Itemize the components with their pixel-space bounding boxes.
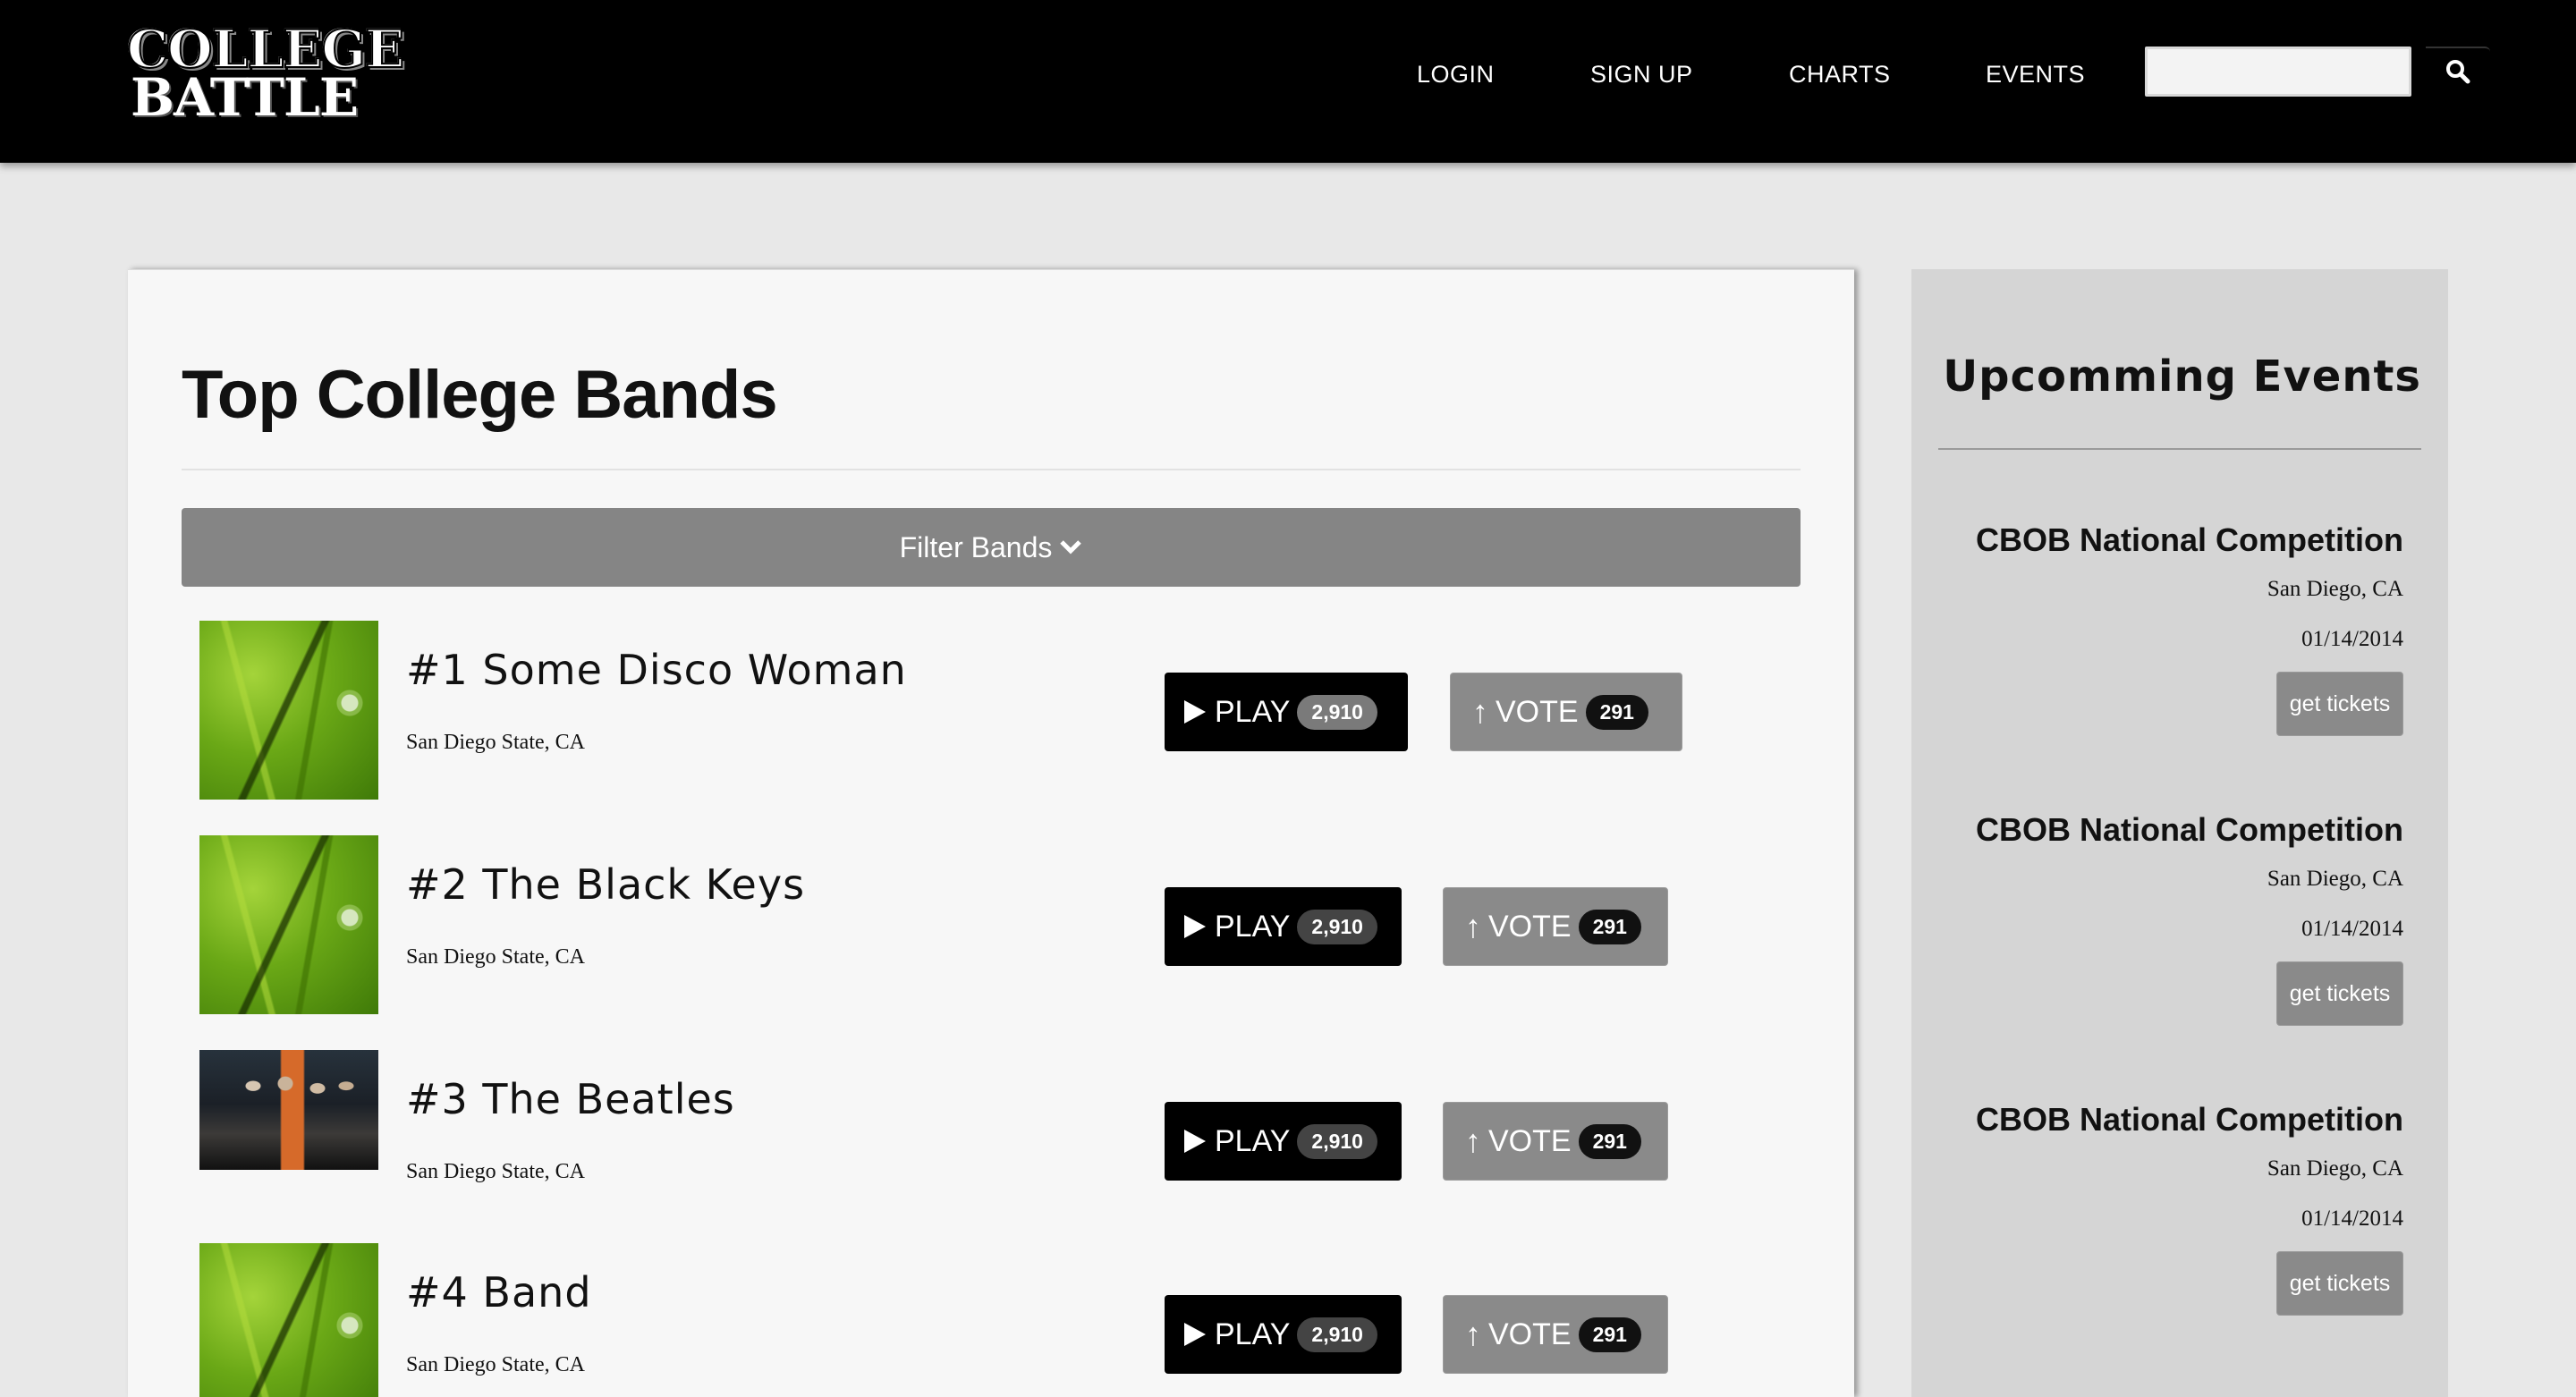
page-title: Top College Bands — [182, 357, 778, 433]
band-thumbnail[interactable] — [199, 835, 378, 1014]
vote-button[interactable]: ↑ VOTE 291 — [1443, 1295, 1668, 1374]
filter-bands-label: Filter Bands — [899, 530, 1053, 563]
vote-count-badge: 291 — [1578, 909, 1641, 944]
vote-label: VOTE — [1488, 1123, 1572, 1158]
play-icon — [1184, 700, 1206, 724]
top-navbar: COLLEGE BATTLE LOGIN SIGN UP CHARTS EVEN… — [0, 0, 2576, 163]
band-row: #3 The Beatles San Diego State, CA PLAY … — [128, 1050, 1854, 1238]
play-button[interactable]: PLAY 2,910 — [1165, 887, 1402, 966]
event-item: CBOB National Competition San Diego, CA … — [1911, 811, 2448, 1080]
events-sidebar: Upcomming Events CBOB National Competiti… — [1911, 269, 2448, 1397]
get-tickets-button[interactable]: get tickets — [2276, 1251, 2403, 1316]
chevron-down-icon — [1060, 540, 1082, 555]
band-thumbnail[interactable] — [199, 1243, 378, 1397]
search-input[interactable] — [2145, 47, 2411, 97]
band-thumbnail[interactable] — [199, 621, 378, 800]
play-button[interactable]: PLAY 2,910 — [1165, 1295, 1402, 1374]
logo-line-2: BATTLE — [130, 67, 359, 128]
band-name[interactable]: #4 Band — [406, 1268, 592, 1317]
arrow-up-icon: ↑ — [1472, 693, 1488, 730]
band-name[interactable]: #3 The Beatles — [406, 1075, 735, 1123]
band-thumbnail[interactable] — [199, 1050, 378, 1170]
event-name: CBOB National Competition — [1976, 1101, 2403, 1138]
nav-login-link[interactable]: LOGIN — [1417, 61, 1495, 89]
arrow-up-icon: ↑ — [1465, 1122, 1481, 1159]
play-label: PLAY — [1215, 1123, 1291, 1158]
play-count-badge: 2,910 — [1297, 694, 1377, 730]
play-icon — [1184, 1130, 1206, 1153]
vote-count-badge: 291 — [1585, 694, 1648, 730]
get-tickets-button[interactable]: get tickets — [2276, 961, 2403, 1026]
play-count-badge: 2,910 — [1297, 909, 1377, 944]
band-location: San Diego State, CA — [406, 1160, 585, 1183]
nav-charts-link[interactable]: CHARTS — [1789, 61, 1891, 89]
event-date: 01/14/2014 — [2301, 1206, 2403, 1231]
play-label: PLAY — [1215, 1317, 1291, 1351]
title-divider — [182, 469, 1801, 470]
college-battle-logo[interactable]: COLLEGE BATTLE — [126, 22, 405, 128]
vote-label: VOTE — [1496, 694, 1579, 729]
band-name[interactable]: #1 Some Disco Woman — [406, 646, 907, 694]
play-label: PLAY — [1215, 909, 1291, 944]
vote-count-badge: 291 — [1578, 1123, 1641, 1159]
events-divider — [1938, 448, 2421, 450]
play-label: PLAY — [1215, 694, 1291, 729]
play-count-badge: 2,910 — [1297, 1123, 1377, 1159]
play-count-badge: 2,910 — [1297, 1317, 1377, 1352]
band-location: San Diego State, CA — [406, 731, 585, 754]
filter-bands-button[interactable]: Filter Bands — [182, 508, 1801, 587]
arrow-up-icon: ↑ — [1465, 1316, 1481, 1352]
band-location: San Diego State, CA — [406, 945, 585, 969]
nav-events-link[interactable]: EVENTS — [1986, 61, 2085, 89]
vote-button[interactable]: ↑ VOTE 291 — [1443, 887, 1668, 966]
band-location: San Diego State, CA — [406, 1353, 585, 1376]
event-name: CBOB National Competition — [1976, 811, 2403, 848]
events-title: Upcomming Events — [1943, 351, 2421, 402]
event-name: CBOB National Competition — [1976, 521, 2403, 558]
event-date: 01/14/2014 — [2301, 917, 2403, 941]
band-row: #1 Some Disco Woman San Diego State, CA … — [128, 621, 1854, 809]
vote-button[interactable]: ↑ VOTE 291 — [1450, 673, 1682, 751]
play-icon — [1184, 1323, 1206, 1346]
event-location: San Diego, CA — [2267, 867, 2403, 891]
vote-button[interactable]: ↑ VOTE 291 — [1443, 1102, 1668, 1181]
search-button[interactable] — [2426, 47, 2490, 97]
event-item: CBOB National Competition San Diego, CA … — [1911, 521, 2448, 790]
search-icon — [2446, 59, 2470, 83]
vote-label: VOTE — [1488, 1317, 1572, 1351]
event-location: San Diego, CA — [2267, 1156, 2403, 1181]
event-location: San Diego, CA — [2267, 577, 2403, 601]
play-button[interactable]: PLAY 2,910 — [1165, 673, 1408, 751]
arrow-up-icon: ↑ — [1465, 908, 1481, 944]
nav-signup-link[interactable]: SIGN UP — [1590, 61, 1693, 89]
band-row: #2 The Black Keys San Diego State, CA PL… — [128, 835, 1854, 1023]
band-row: #4 Band San Diego State, CA PLAY 2,910 ↑… — [128, 1243, 1854, 1397]
vote-label: VOTE — [1488, 909, 1572, 944]
event-item: CBOB National Competition San Diego, CA … — [1911, 1101, 2448, 1369]
play-icon — [1184, 915, 1206, 938]
band-name[interactable]: #2 The Black Keys — [406, 860, 805, 909]
get-tickets-button[interactable]: get tickets — [2276, 672, 2403, 736]
vote-count-badge: 291 — [1578, 1317, 1641, 1352]
event-date: 01/14/2014 — [2301, 627, 2403, 651]
play-button[interactable]: PLAY 2,910 — [1165, 1102, 1402, 1181]
main-content-panel: Top College Bands Filter Bands #1 Some D… — [128, 269, 1854, 1397]
